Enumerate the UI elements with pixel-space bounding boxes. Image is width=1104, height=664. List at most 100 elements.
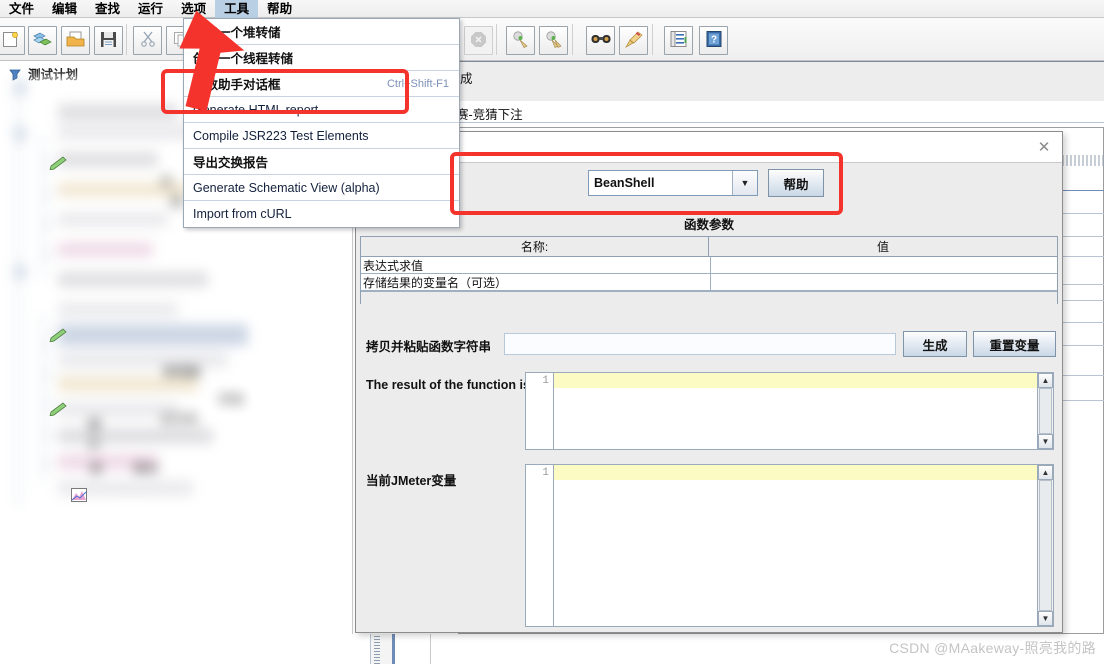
dialog-titlebar: ✕ [356, 132, 1062, 163]
toolbar-separator-6 [652, 24, 653, 55]
variables-vertical-scrollbar[interactable]: ▲ ▼ [1037, 465, 1053, 626]
background-row-line-3 [1060, 236, 1104, 237]
clear-button[interactable] [506, 26, 535, 55]
clear-all-button[interactable] [539, 26, 568, 55]
menu-file[interactable]: 文件 [0, 0, 43, 18]
scroll-up-icon[interactable]: ▲ [1038, 465, 1053, 480]
param-name-expression: 表达式求值 [361, 257, 711, 273]
background-scrollbar-edge [392, 634, 395, 664]
function-select[interactable]: BeanShell ▼ [588, 170, 758, 196]
background-divider-1 [458, 122, 1104, 123]
function-select-row: BeanShell ▼ 帮助 [356, 163, 1062, 206]
menu-item-label: Import from cURL [193, 207, 292, 221]
menu-item-label: Generate Schematic View (alpha) [193, 180, 380, 195]
templates-icon [33, 31, 52, 51]
open-button[interactable] [61, 26, 90, 55]
background-partial-label-1: 成 [460, 72, 473, 86]
new-test-plan-button[interactable] [0, 26, 25, 55]
toolbar[interactable]: ? [0, 18, 1104, 61]
menu-edit[interactable]: 编辑 [43, 0, 86, 18]
menu-item-label: 函数助手对话框 [193, 78, 281, 92]
function-params-table[interactable]: 名称: 值 表达式求值 存储结果的变量名（可选） [360, 236, 1058, 306]
result-gutter: 1 [526, 373, 554, 449]
background-row-line-1 [1060, 190, 1104, 191]
help-button[interactable]: ? [699, 26, 728, 55]
search-button[interactable] [586, 26, 615, 55]
open-icon [66, 31, 85, 51]
cut-button[interactable] [133, 26, 162, 55]
menu-item-thread-dump[interactable]: 创建一个线程转储 [184, 45, 459, 71]
result-active-line [554, 373, 1037, 388]
close-icon[interactable]: ✕ [1035, 138, 1053, 156]
scroll-up-icon[interactable]: ▲ [1038, 373, 1053, 388]
table-row[interactable]: 表达式求值 [361, 257, 1057, 274]
function-params-title: 函数参数 [683, 217, 734, 232]
toolbar-separator-4 [496, 24, 497, 55]
clear-icon [512, 30, 530, 51]
watermark: CSDN @MAakeway-照亮我的路 [889, 640, 1096, 656]
param-name-variable: 存储结果的变量名（可选） [361, 274, 711, 290]
reset-search-button[interactable] [619, 26, 648, 55]
toolbar-separator-1 [126, 24, 127, 55]
menu-help[interactable]: 帮助 [258, 0, 301, 18]
toolbar-separator-5 [572, 24, 573, 55]
generate-button[interactable]: 生成 [903, 331, 967, 357]
param-value-expression[interactable] [711, 257, 1057, 273]
menu-find[interactable]: 查找 [86, 0, 129, 18]
tree-sampler-icon-3 [45, 402, 67, 417]
menu-item-generate-schematic-view[interactable]: Generate Schematic View (alpha) [184, 175, 459, 201]
menu-item-compile-jsr223[interactable]: Compile JSR223 Test Elements [184, 123, 459, 149]
shutdown-icon [470, 31, 487, 51]
tree-sampler-icon-1 [45, 156, 67, 171]
function-helper-button[interactable] [664, 26, 693, 55]
param-value-variable[interactable] [711, 274, 1057, 290]
scroll-down-icon[interactable]: ▼ [1038, 434, 1053, 449]
svg-text:?: ? [710, 35, 716, 46]
chevron-down-icon[interactable]: ▼ [732, 171, 757, 195]
menu-bar[interactable]: 文件 编辑 查找 运行 选项 工具 帮助 [0, 0, 1104, 18]
menu-tools[interactable]: 工具 [215, 0, 259, 18]
menu-item-label: 创建一个堆转储 [193, 26, 281, 40]
tree-listener-icon [71, 488, 87, 502]
variables-label: 当前JMeter变量 [366, 474, 457, 488]
variables-active-line [554, 465, 1037, 480]
result-block: The result of the function is 1 ▲ ▼ [356, 372, 1062, 452]
variables-scroll-track[interactable] [1039, 480, 1052, 611]
function-helper-icon [670, 31, 687, 50]
menu-item-import-from-curl[interactable]: Import from cURL [184, 201, 459, 227]
save-icon [100, 31, 117, 51]
column-header-value: 值 [876, 240, 889, 254]
function-helper-dialog[interactable]: ✕ BeanShell ▼ 帮助 函数参数 名称: 值 表达式求值 存储结果的变… [355, 131, 1063, 633]
menu-item-label: Generate HTML report [193, 102, 319, 117]
result-scroll-track[interactable] [1039, 388, 1052, 434]
reset-variables-button[interactable]: 重置变量 [973, 331, 1056, 357]
copy-paste-field[interactable] [504, 333, 896, 355]
copy-paste-label: 拷贝并粘贴函数字符串 [366, 340, 492, 354]
variables-textarea[interactable] [554, 465, 1037, 626]
save-button[interactable] [94, 26, 123, 55]
variables-gutter: 1 [526, 465, 554, 626]
tree-sampler-icon-2 [45, 328, 67, 343]
background-row-line-6 [1060, 300, 1104, 301]
result-vertical-scrollbar[interactable]: ▲ ▼ [1037, 373, 1053, 449]
result-textarea[interactable] [554, 373, 1037, 449]
background-partial-label-2: 赛-竞猜下注 [456, 108, 523, 120]
templates-button[interactable] [28, 26, 57, 55]
menu-item-accelerator: Ctrl+Shift-F1 [386, 77, 449, 90]
result-editor[interactable]: 1 ▲ ▼ [525, 372, 1054, 450]
menu-options[interactable]: 选项 [172, 0, 215, 18]
menu-run[interactable]: 运行 [129, 0, 172, 18]
variables-editor[interactable]: 1 ▲ ▼ [525, 464, 1054, 627]
tools-dropdown-menu[interactable]: 创建一个堆转储 创建一个线程转储 函数助手对话框 Ctrl+Shift-F1 G… [183, 18, 460, 228]
menu-item-generate-html-report[interactable]: Generate HTML report [184, 97, 459, 123]
menu-item-heap-dump[interactable]: 创建一个堆转储 [184, 19, 459, 45]
cut-icon [140, 31, 156, 50]
menu-item-function-helper-dialog[interactable]: 函数助手对话框 Ctrl+Shift-F1 [184, 71, 459, 97]
menu-item-export-transactions-report[interactable]: 导出交换报告 [184, 149, 459, 175]
background-panel-header [458, 61, 1104, 102]
table-row[interactable]: 存储结果的变量名（可选） [361, 274, 1057, 291]
scroll-down-icon[interactable]: ▼ [1038, 611, 1053, 626]
help-dialog-button[interactable]: 帮助 [768, 169, 824, 197]
background-vertical-divider [430, 634, 431, 664]
shutdown-button[interactable] [464, 26, 493, 55]
